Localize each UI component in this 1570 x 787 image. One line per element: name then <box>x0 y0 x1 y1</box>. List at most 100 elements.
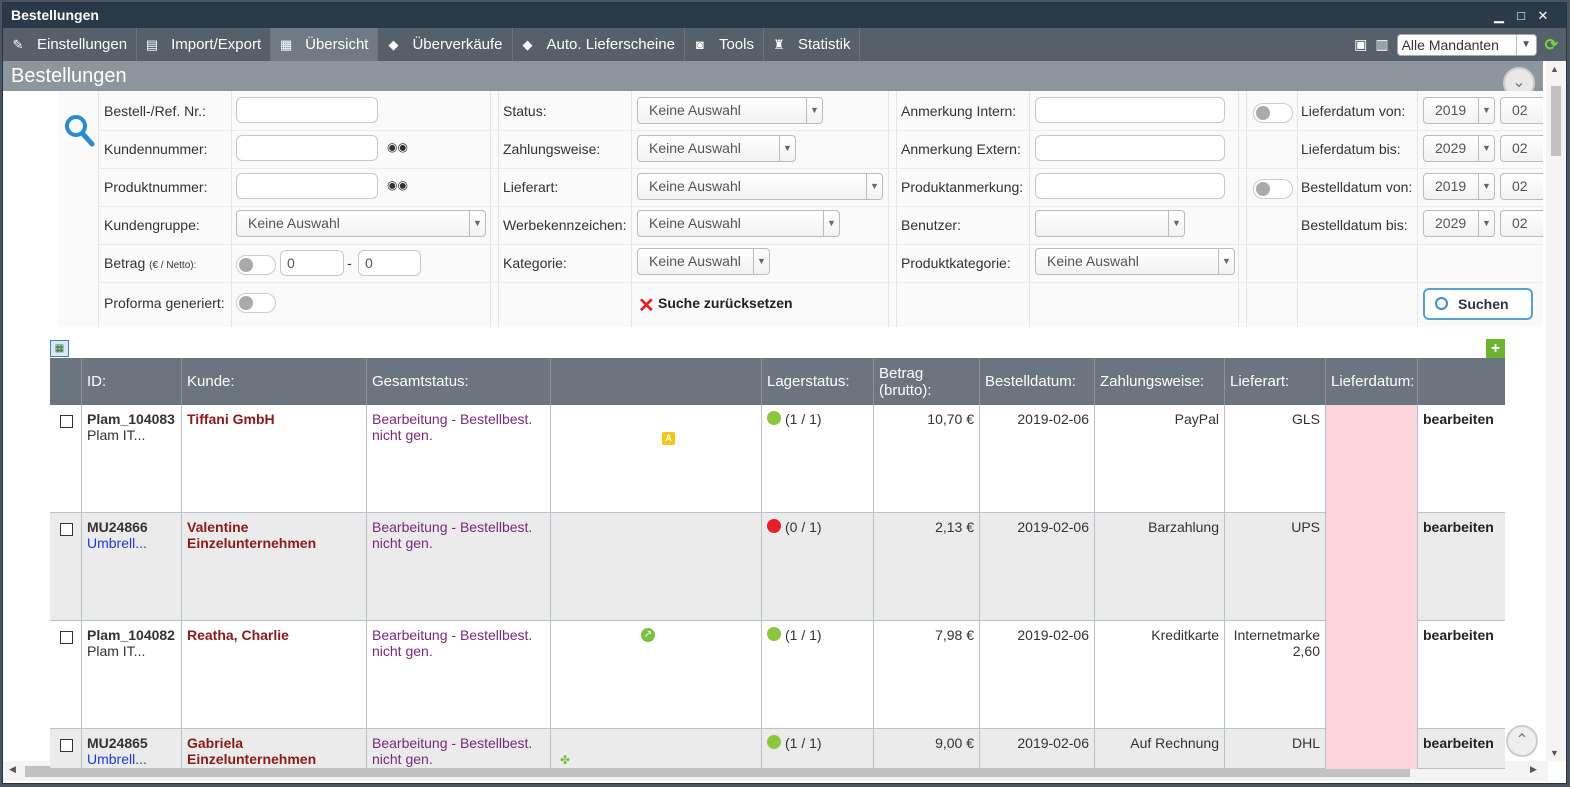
refresh-icon[interactable]: ⟳ <box>1545 35 1558 55</box>
order-date: 2019-02-06 <box>1017 627 1089 643</box>
menu-item-import-export[interactable]: ▤ Import/Export <box>137 28 272 61</box>
bestell-ref-input[interactable] <box>236 97 378 123</box>
lieferdatum-bis-month-select[interactable]: 02 <box>1500 135 1543 162</box>
scroll-left-arrow-icon[interactable]: ◀ <box>9 764 16 775</box>
table-row[interactable]: MU24865 Umbrell... Gabriela Einzelunterneh… <box>50 729 1505 769</box>
proforma-toggle[interactable] <box>236 293 276 313</box>
scrollbar-thumb[interactable] <box>1551 86 1561 156</box>
menu-item-tools[interactable]: ◙ Tools <box>685 28 764 61</box>
werbekennzeichen-select[interactable]: Keine Auswahl ▼ <box>637 210 840 237</box>
window-title: Bestellungen <box>3 3 1566 28</box>
produktnummer-input[interactable] <box>236 173 378 199</box>
benutzer-select[interactable]: ▼ <box>1035 210 1185 237</box>
bestelldatum-toggle[interactable] <box>1253 179 1293 199</box>
minimize-button[interactable]: ▁ <box>1488 3 1510 28</box>
betrag-from-input[interactable]: 0 <box>280 250 344 276</box>
bestelldatum-von-year-select[interactable]: 2019 ▼ <box>1423 173 1495 200</box>
customer-name[interactable]: Gabriela Einzelunternehmen <box>187 735 361 767</box>
order-id[interactable]: Plam_104083 <box>87 411 176 427</box>
scroll-to-top-button[interactable]: ⌃ <box>1506 725 1538 757</box>
customer-name[interactable]: Tiffani GmbH <box>187 411 361 427</box>
payment-cell: PayPal <box>1095 405 1225 513</box>
betrag-to-input[interactable]: 0 <box>358 250 421 276</box>
user-icon[interactable]: ▣ <box>1354 36 1367 53</box>
row-checkbox[interactable] <box>60 415 73 428</box>
payment-method: Auf Rechnung <box>1130 735 1219 751</box>
row-checkbox[interactable] <box>60 523 73 536</box>
menu-item-auto-lieferscheine[interactable]: ◆ Auto. Lieferscheine <box>513 28 685 61</box>
produktanmerkung-input[interactable] <box>1035 173 1225 199</box>
lieferdatum-toggle[interactable] <box>1253 103 1293 123</box>
header-zahlungsweise[interactable]: Zahlungsweise: <box>1095 358 1225 405</box>
order-id[interactable]: MU24865 <box>87 735 176 751</box>
header-bestelldatum[interactable]: Bestelldatum: <box>980 358 1095 405</box>
header-betrag[interactable]: Betrag (brutto): <box>874 358 980 405</box>
menu-item-statistik[interactable]: ♜ Statistik <box>764 28 861 61</box>
bestelldatum-von-month-select[interactable]: 02 <box>1500 173 1543 200</box>
kategorie-select[interactable]: Keine Auswahl ▼ <box>637 248 770 275</box>
header-kunde[interactable]: Kunde: <box>182 358 367 405</box>
tools-icon: ◙ <box>696 37 704 52</box>
anmerkung-extern-input[interactable] <box>1035 135 1225 161</box>
stock-status-cell: (1 / 1) <box>762 621 874 729</box>
add-icon[interactable]: + <box>1486 339 1505 358</box>
diamond-icon: ◆ <box>388 36 399 52</box>
binoculars-icon[interactable]: ◉◉ <box>387 178 408 192</box>
vertical-scrollbar[interactable]: ▲ ▼ <box>1546 61 1566 761</box>
table-row[interactable]: MU24866 Umbrell... Valentine Einzelunterne… <box>50 513 1505 621</box>
edit-link[interactable]: bearbeiten <box>1423 411 1494 427</box>
anmerkung-intern-input[interactable] <box>1035 97 1225 123</box>
header-lieferdatum[interactable]: Lieferdatum: <box>1326 358 1418 405</box>
header-lieferart[interactable]: Lieferart: <box>1225 358 1326 405</box>
actions-cell: bearbeiten <box>1418 621 1505 729</box>
header-gesamtstatus[interactable]: Gesamtstatus: <box>367 358 551 405</box>
reset-search-link[interactable]: Suche zurücksetzen <box>658 295 793 311</box>
kundengruppe-select[interactable]: Keine Auswahl ▼ <box>236 210 486 237</box>
lieferart-select[interactable]: Keine Auswahl ▼ <box>637 173 883 200</box>
customer-name[interactable]: Valentine Einzelunternehmen <box>187 519 361 551</box>
scroll-down-arrow-icon[interactable]: ▼ <box>1550 748 1559 758</box>
row-checkbox[interactable] <box>60 631 73 644</box>
produktkategorie-select[interactable]: Keine Auswahl ▼ <box>1035 248 1235 275</box>
table-settings-icon[interactable]: ▦ <box>50 340 69 357</box>
order-id[interactable]: Plam_104082 <box>87 627 176 643</box>
header-id[interactable]: ID: <box>82 358 182 405</box>
scroll-up-arrow-icon[interactable]: ▲ <box>1550 64 1559 74</box>
table-row[interactable]: Plam_104083 Plam IT... Tiffani GmbH Bearbei… <box>50 405 1505 513</box>
marker-badge: A <box>662 432 675 445</box>
bestelldatum-bis-month-select[interactable]: 02 <box>1500 210 1543 237</box>
kundennummer-input[interactable] <box>236 135 378 161</box>
lieferdatum-bis-year-select[interactable]: 2029 ▼ <box>1423 135 1495 162</box>
header-lagerstatus[interactable]: Lagerstatus: <box>762 358 874 405</box>
zahlungsweise-select[interactable]: Keine Auswahl ▼ <box>637 135 796 162</box>
row-checkbox[interactable] <box>60 739 73 752</box>
betrag-toggle[interactable] <box>236 255 276 275</box>
scroll-right-arrow-icon[interactable]: ▶ <box>1530 764 1537 775</box>
bestelldatum-bis-year-select[interactable]: 2029 ▼ <box>1423 210 1495 237</box>
building-icon[interactable]: ▥ <box>1375 36 1388 53</box>
menu-label: Überverkäufe <box>412 36 503 53</box>
close-button[interactable]: ✕ <box>1532 3 1554 28</box>
reset-icon[interactable]: ✕ <box>638 293 655 318</box>
mandant-value: Alle Mandanten <box>1401 36 1499 53</box>
status-select[interactable]: Keine Auswahl ▼ <box>637 97 823 124</box>
table-row[interactable]: Plam_104082 Plam IT... Reatha, Charlie Bear… <box>50 621 1505 729</box>
amount-cell: 7,98 € <box>874 621 980 729</box>
lieferdatum-von-month-select[interactable]: 02 <box>1500 97 1543 124</box>
maximize-button[interactable]: □ <box>1510 3 1532 28</box>
order-status: Bearbeitung - Bestellbest. nicht gen. <box>372 411 533 443</box>
menu-item-einstellungen[interactable]: ✎ Einstellungen <box>3 28 138 61</box>
lieferdatum-von-year-select[interactable]: 2019 ▼ <box>1423 97 1495 124</box>
order-id[interactable]: MU24866 <box>87 519 176 535</box>
edit-link[interactable]: bearbeiten <box>1423 627 1494 643</box>
actions-cell: bearbeiten <box>1418 405 1505 513</box>
customer-name[interactable]: Reatha, Charlie <box>187 627 361 643</box>
edit-link[interactable]: bearbeiten <box>1423 735 1494 751</box>
edit-link[interactable]: bearbeiten <box>1423 519 1494 535</box>
menu-item-ueberverkaeufe[interactable]: ◆ Überverkäufe <box>378 28 513 61</box>
menu-item-uebersicht[interactable]: ▦ Übersicht <box>271 28 379 61</box>
divider <box>1246 91 1247 327</box>
search-button[interactable]: Suchen <box>1423 288 1533 320</box>
binoculars-icon[interactable]: ◉◉ <box>387 140 408 154</box>
mandant-select[interactable]: Alle Mandanten ▼ <box>1396 33 1537 56</box>
